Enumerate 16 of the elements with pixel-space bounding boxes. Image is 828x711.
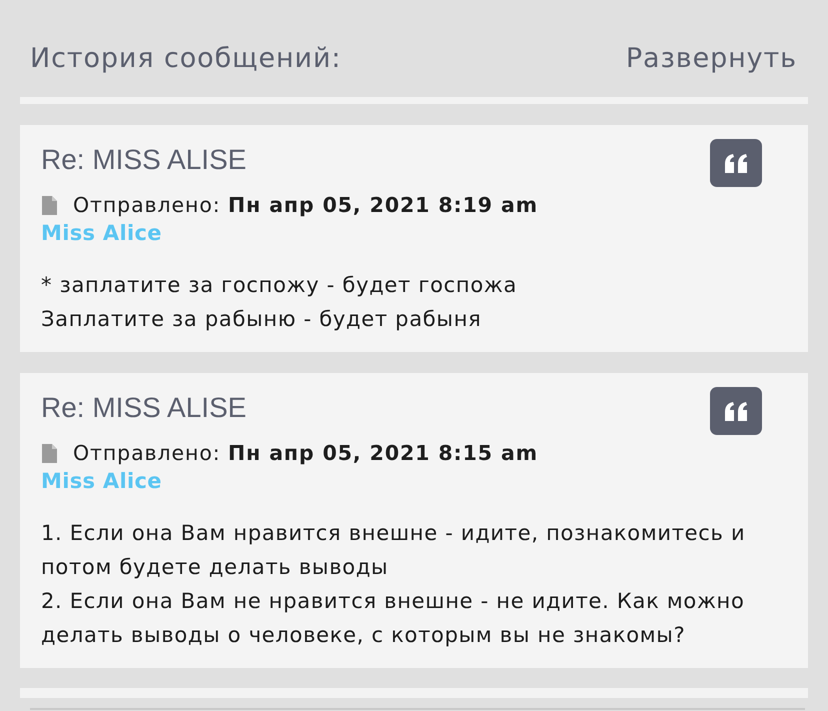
quote-icon [724,154,748,172]
author-link[interactable]: Miss Alice [41,467,162,495]
post-meta: Отправлено: Пн апр 05, 2021 8:15 am [73,441,538,465]
post-body: * заплатите за госпожу - будет госпожа Заплатите за рабыню - будет рабыня [41,272,518,333]
quote-button[interactable] [710,139,762,187]
file-icon [42,444,57,462]
file-icon [42,196,57,214]
quote-button[interactable] [710,387,762,435]
author-link[interactable]: Miss Alice [41,219,162,247]
expand-link[interactable]: Развернуть [626,23,797,74]
section-title: История сообщений: [30,42,342,74]
post-meta: Отправлено: Пн апр 05, 2021 8:19 am [73,193,538,217]
quote-icon [724,402,748,420]
post-body: 1. Если она Вам нравится внешне - идите, познакомитесь и потом будете делать выводы 2. Если она Вам не нравится внешне - не идите. Как можно делать выводы о человеке, с которым вы не знакомы? [41,520,746,649]
post-title: Re: MISS ALISE [41,144,246,176]
post-title: Re: MISS ALISE [41,392,246,424]
